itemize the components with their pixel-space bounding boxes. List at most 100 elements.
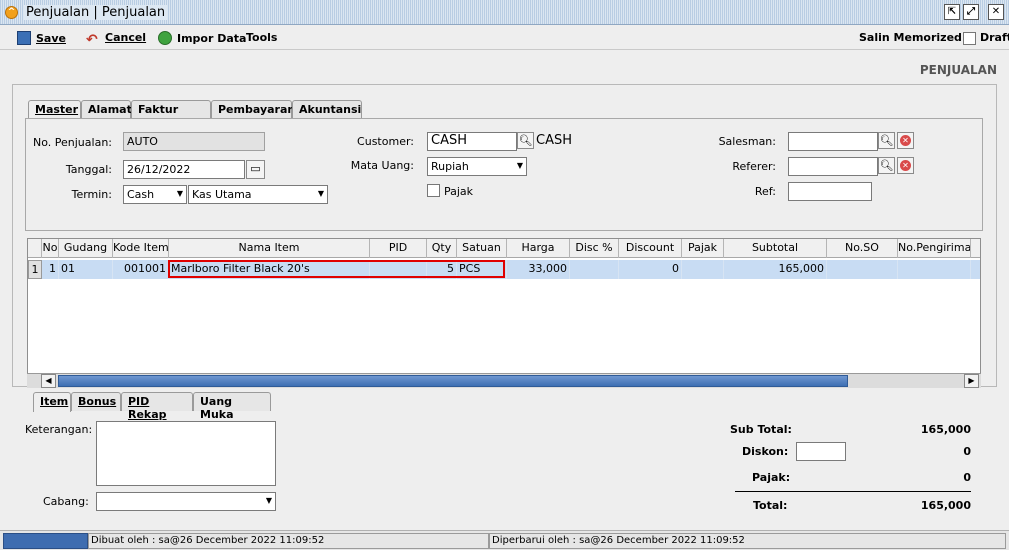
cabang-label: Cabang: xyxy=(43,495,89,508)
diskon-label: Diskon: xyxy=(742,445,789,458)
col-extra xyxy=(971,239,980,258)
kas-select[interactable]: Kas Utama xyxy=(188,185,328,204)
items-grid: No Gudang Kode Item Nama Item PID Qty Sa… xyxy=(27,238,981,388)
customer-name: CASH xyxy=(536,133,572,148)
status-created: Dibuat oleh : sa@26 December 2022 11:09:… xyxy=(88,533,489,549)
page-title: PENJUALAN xyxy=(919,63,997,77)
col-discount[interactable]: Discount xyxy=(619,239,682,258)
scroll-right-icon[interactable]: ▶ xyxy=(964,374,979,388)
search-icon[interactable]: 🔍︎ xyxy=(878,157,895,174)
cell-disc[interactable] xyxy=(570,260,619,279)
draft-label: Draft xyxy=(980,31,1009,44)
subtotal-label: Sub Total: xyxy=(730,423,792,436)
floppy-icon xyxy=(17,31,31,45)
tab-alamat[interactable]: Alamat xyxy=(81,100,132,119)
referer-field[interactable] xyxy=(788,157,878,176)
import-icon xyxy=(158,31,172,45)
referer-label: Referer: xyxy=(732,160,776,173)
col-no[interactable]: No xyxy=(42,239,59,258)
keterangan-label: Keterangan: xyxy=(25,423,93,436)
tab-pembayaran[interactable]: Pembayaran xyxy=(211,100,295,119)
cell-no-so[interactable] xyxy=(827,260,898,279)
calendar-icon[interactable]: ▭ xyxy=(246,160,265,179)
pajak-label: Pajak xyxy=(444,185,474,198)
cancel-button[interactable]: ↶ Cancel xyxy=(86,31,146,48)
col-harga[interactable]: Harga xyxy=(507,239,570,258)
save-button[interactable]: Save xyxy=(17,31,66,45)
pajak-total-value: 0 xyxy=(963,471,971,484)
termin-label: Termin: xyxy=(71,188,112,201)
col-nama-item[interactable]: Nama Item xyxy=(169,239,370,258)
tab-bonus[interactable]: Bonus xyxy=(71,392,121,411)
row-indicator[interactable]: 1 xyxy=(28,260,42,279)
diskon-value: 0 xyxy=(963,445,971,458)
toolbar: Save ↶ Cancel Impor Data Tools Salin Memo… xyxy=(0,27,1009,50)
customer-label: Customer: xyxy=(357,135,414,148)
restore-icon[interactable]: ⇱ xyxy=(944,4,960,20)
col-disc[interactable]: Disc % xyxy=(570,239,619,258)
cell-kode-item[interactable]: 001001 xyxy=(113,260,169,279)
mata-uang-select[interactable]: Rupiah xyxy=(427,157,527,176)
pajak-checkbox[interactable] xyxy=(427,184,440,197)
salesman-label: Salesman: xyxy=(718,135,776,148)
col-no-so[interactable]: No.SO xyxy=(827,239,898,258)
clear-icon[interactable]: ✕ xyxy=(897,157,914,174)
no-penjualan-field: AUTO xyxy=(123,132,265,151)
row-indicator-header xyxy=(28,239,42,258)
close-icon[interactable]: ✕ xyxy=(988,4,1004,20)
no-penjualan-label: No. Penjualan: xyxy=(33,136,112,149)
salesman-field[interactable] xyxy=(788,132,878,151)
draft-checkbox[interactable] xyxy=(963,32,976,45)
customer-field[interactable]: CASH xyxy=(427,132,517,151)
total-value: 165,000 xyxy=(920,499,971,512)
salin-memorized-button[interactable]: Salin Memorized xyxy=(859,31,962,44)
scroll-thumb[interactable] xyxy=(58,375,848,387)
tab-akuntansi[interactable]: Akuntansi xyxy=(292,100,362,119)
grid-header: No Gudang Kode Item Nama Item PID Qty Sa… xyxy=(28,239,980,258)
col-subtotal[interactable]: Subtotal xyxy=(724,239,827,258)
col-kode-item[interactable]: Kode Item xyxy=(113,239,169,258)
cell-harga[interactable]: 33,000 xyxy=(507,260,570,279)
cell-subtotal: 165,000 xyxy=(724,260,827,279)
tab-pid-rekap[interactable]: PID Rekap xyxy=(121,392,193,421)
tanggal-field[interactable]: 26/12/2022 xyxy=(123,160,245,179)
maximize-icon[interactable]: ⤢ xyxy=(963,4,979,20)
highlight-box xyxy=(168,260,505,278)
cell-pajak[interactable] xyxy=(682,260,724,279)
clear-icon[interactable]: ✕ xyxy=(897,132,914,149)
keterangan-textarea[interactable] xyxy=(96,421,276,486)
tab-master[interactable]: Master xyxy=(28,100,81,120)
diskon-field[interactable] xyxy=(796,442,846,461)
ref-label: Ref: xyxy=(754,185,776,198)
total-label: Total: xyxy=(753,499,788,512)
cell-gudang[interactable]: 01 xyxy=(59,260,113,279)
search-icon[interactable]: 🔍︎ xyxy=(878,132,895,149)
total-divider xyxy=(735,491,971,492)
col-no-pengiriman[interactable]: No.Pengiriman xyxy=(898,239,971,258)
col-gudang[interactable]: Gudang xyxy=(59,239,113,258)
tab-item[interactable]: Item xyxy=(33,392,71,412)
scroll-left-icon[interactable]: ◀ xyxy=(41,374,56,388)
undo-icon: ↶ xyxy=(86,32,98,48)
termin-select[interactable]: Cash xyxy=(123,185,187,204)
window-title: Penjualan | Penjualan xyxy=(24,5,168,20)
cell-no-pengiriman[interactable] xyxy=(898,260,971,279)
cell-discount[interactable]: 0 xyxy=(619,260,682,279)
col-qty[interactable]: Qty xyxy=(427,239,457,258)
search-icon[interactable]: 🔍︎ xyxy=(517,132,534,149)
tab-faktur-pajak[interactable]: Faktur Pajak xyxy=(131,100,211,129)
mata-uang-label: Mata Uang: xyxy=(350,159,414,172)
tools-menu-button[interactable]: Tools xyxy=(246,31,277,44)
horizontal-scrollbar[interactable]: ◀ ▶ xyxy=(27,373,981,388)
col-pid[interactable]: PID xyxy=(370,239,427,258)
pajak-total-label: Pajak: xyxy=(752,471,791,484)
import-data-button[interactable]: Impor Data xyxy=(158,31,246,45)
subtotal-value: 165,000 xyxy=(920,423,971,436)
ref-field[interactable] xyxy=(788,182,872,201)
col-pajak[interactable]: Pajak xyxy=(682,239,724,258)
tanggal-label: Tanggal: xyxy=(65,163,112,176)
app-icon: ^ xyxy=(5,6,18,19)
col-satuan[interactable]: Satuan xyxy=(457,239,507,258)
cabang-select[interactable] xyxy=(96,492,276,511)
tab-uang-muka[interactable]: Uang Muka xyxy=(193,392,271,421)
